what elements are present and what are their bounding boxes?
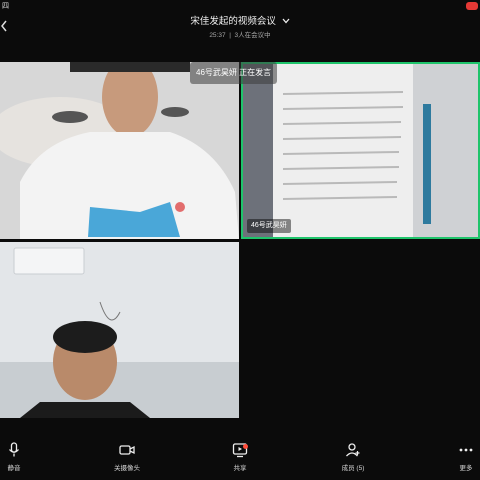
share-label: 共享 (233, 465, 247, 472)
participant-video (0, 242, 239, 418)
microphone-icon (8, 442, 20, 457)
video-grid: 46号武昊妍 (0, 62, 480, 418)
camera-label: 关摄像头 (114, 465, 140, 472)
participant-video (0, 62, 239, 239)
separator: | (229, 32, 231, 39)
speaker-state: 正在发言 (239, 68, 272, 77)
share-button[interactable]: 共享 (210, 442, 270, 478)
more-dots-icon (459, 448, 473, 452)
more-label: 更多 (459, 465, 473, 472)
add-member-icon (346, 443, 360, 457)
camera-toggle-button[interactable]: 关摄像头 (97, 442, 157, 478)
members-button[interactable]: 成员 (5) (323, 442, 383, 478)
chevron-down-icon[interactable] (282, 18, 290, 24)
more-button[interactable]: 更多 (436, 442, 480, 478)
meeting-header[interactable]: 宋佳发起的视频会议 25:37 | 3人在会议中 (0, 14, 480, 44)
tile-name-tag: 46号武昊妍 (247, 219, 291, 233)
participant-count: 3人在会议中 (234, 32, 271, 39)
participant-video (243, 64, 478, 237)
video-tile-empty (241, 242, 480, 418)
bottom-toolbar: 静音 关摄像头 共享 成员 (5) 更多 (0, 436, 480, 480)
mute-label: 静音 (7, 465, 21, 472)
meeting-subtitle: 25:37 | 3人在会议中 (0, 31, 480, 41)
notification-dot (243, 444, 248, 449)
status-bar: 四 (0, 0, 480, 14)
video-tile-1[interactable] (0, 62, 239, 239)
speaker-name: 46号武昊妍 (196, 68, 237, 77)
status-date: 四 (2, 3, 9, 10)
members-label: 成员 (5) (341, 465, 365, 472)
video-tile-3[interactable] (0, 242, 239, 418)
meeting-duration: 25:37 (209, 32, 226, 39)
mute-button[interactable]: 静音 (0, 442, 44, 478)
meeting-title[interactable]: 宋佳发起的视频会议 (190, 16, 276, 27)
video-tile-2[interactable]: 46号武昊妍 (241, 62, 480, 239)
battery-icon (466, 2, 478, 10)
video-camera-icon (119, 445, 135, 455)
active-speaker-banner: 46号武昊妍 正在发言 (190, 62, 278, 84)
